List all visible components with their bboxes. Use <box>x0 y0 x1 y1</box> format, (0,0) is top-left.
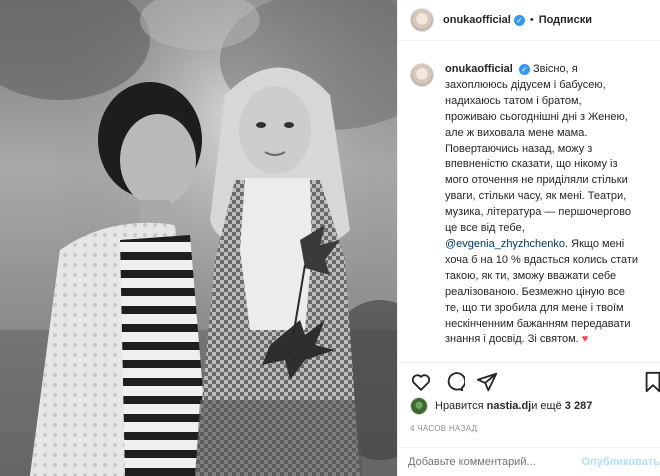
caption-line: хоча б на 10 % вдасться колись стати <box>445 253 639 266</box>
action-bar <box>398 362 660 402</box>
comment-icon <box>447 372 467 392</box>
caption-author-avatar[interactable] <box>410 63 434 87</box>
verified-badge-icon: ✓ <box>513 14 525 26</box>
mention-link[interactable]: @evgenia_zhyzhchenko <box>445 238 565 250</box>
caption-line: те, що ти зробила для мене і твоїм <box>445 301 624 314</box>
comment-bar: Опубликовать <box>398 447 660 476</box>
following-button[interactable]: Подписки <box>539 14 592 26</box>
caption-area: onukaofficial ✓ Звісно, я захоплююсь дід… <box>410 62 652 362</box>
like-button[interactable] <box>410 371 434 395</box>
author-avatar[interactable] <box>410 8 434 32</box>
caption-line: проживаю сьогоднішні дні з Женею, <box>445 110 628 123</box>
likes-middle: и ещё <box>531 400 562 412</box>
caption-line: такою, як ти, зможу вважати себе <box>445 269 617 282</box>
post-photo[interactable] <box>0 0 397 476</box>
heart-outline-icon <box>411 374 431 391</box>
caption-line: але ж виховала мене мама. <box>445 126 588 139</box>
caption-text: onukaofficial ✓ Звісно, я захоплююсь дід… <box>445 62 645 362</box>
caption-line: впевненістю сказати, що нікому із <box>445 158 618 171</box>
caption-line: знання і досвід. Зі святом. <box>445 333 579 346</box>
likes-prefix: Нравится <box>435 400 484 412</box>
caption-line: реалізованою. Безмежно ціную все <box>445 285 625 298</box>
caption-line: мого оточення не приділяли стільки <box>445 174 628 187</box>
likes-count[interactable]: 3 287 <box>565 400 593 412</box>
publish-button[interactable]: Опубликовать <box>581 456 660 468</box>
likes-summary: Нравится nastia.dj и ещё 3 287 <box>410 397 592 415</box>
caption-verified-badge-icon: ✓ <box>518 64 530 76</box>
caption-line: захоплююсь дідусем і бабусею, <box>445 78 606 91</box>
post-timestamp[interactable]: 4 ЧАСОВ НАЗАД <box>410 424 477 433</box>
separator-dot: • <box>529 14 534 26</box>
liker-username[interactable]: nastia.dj <box>487 400 532 412</box>
comment-input[interactable] <box>408 456 558 468</box>
caption-line: музика, література — першочергово <box>445 206 632 219</box>
caption-line: . Якщо мені <box>565 237 625 250</box>
author-username[interactable]: onukaofficial <box>443 14 511 26</box>
caption-line: уваги, стільки часу, як мені. Театри, <box>445 190 627 203</box>
bookmark-icon <box>645 371 660 393</box>
caption-username[interactable]: onukaofficial <box>445 63 513 75</box>
heart-emoji-icon: ♥ <box>581 333 589 346</box>
caption-line: це все від тебе, <box>445 222 525 235</box>
post-side-panel: onukaofficial ✓ • Подписки onukaofficial… <box>397 0 660 476</box>
save-button[interactable] <box>642 371 660 393</box>
caption-line: Звісно, я <box>532 63 578 75</box>
photo-image <box>0 0 397 476</box>
comment-button[interactable] <box>443 371 467 395</box>
share-icon <box>476 372 498 392</box>
caption-line: надихаюсь татом і братом, <box>445 94 582 107</box>
post-window: onukaofficial ✓ • Подписки onukaofficial… <box>0 0 660 476</box>
share-button[interactable] <box>476 371 500 395</box>
caption-line: Повертаючись назад, можу з <box>445 142 593 155</box>
caption-line: нескінченним бажанням передавати <box>445 317 631 330</box>
liker-avatar[interactable] <box>410 397 428 415</box>
post-header: onukaofficial ✓ • Подписки <box>398 0 660 41</box>
